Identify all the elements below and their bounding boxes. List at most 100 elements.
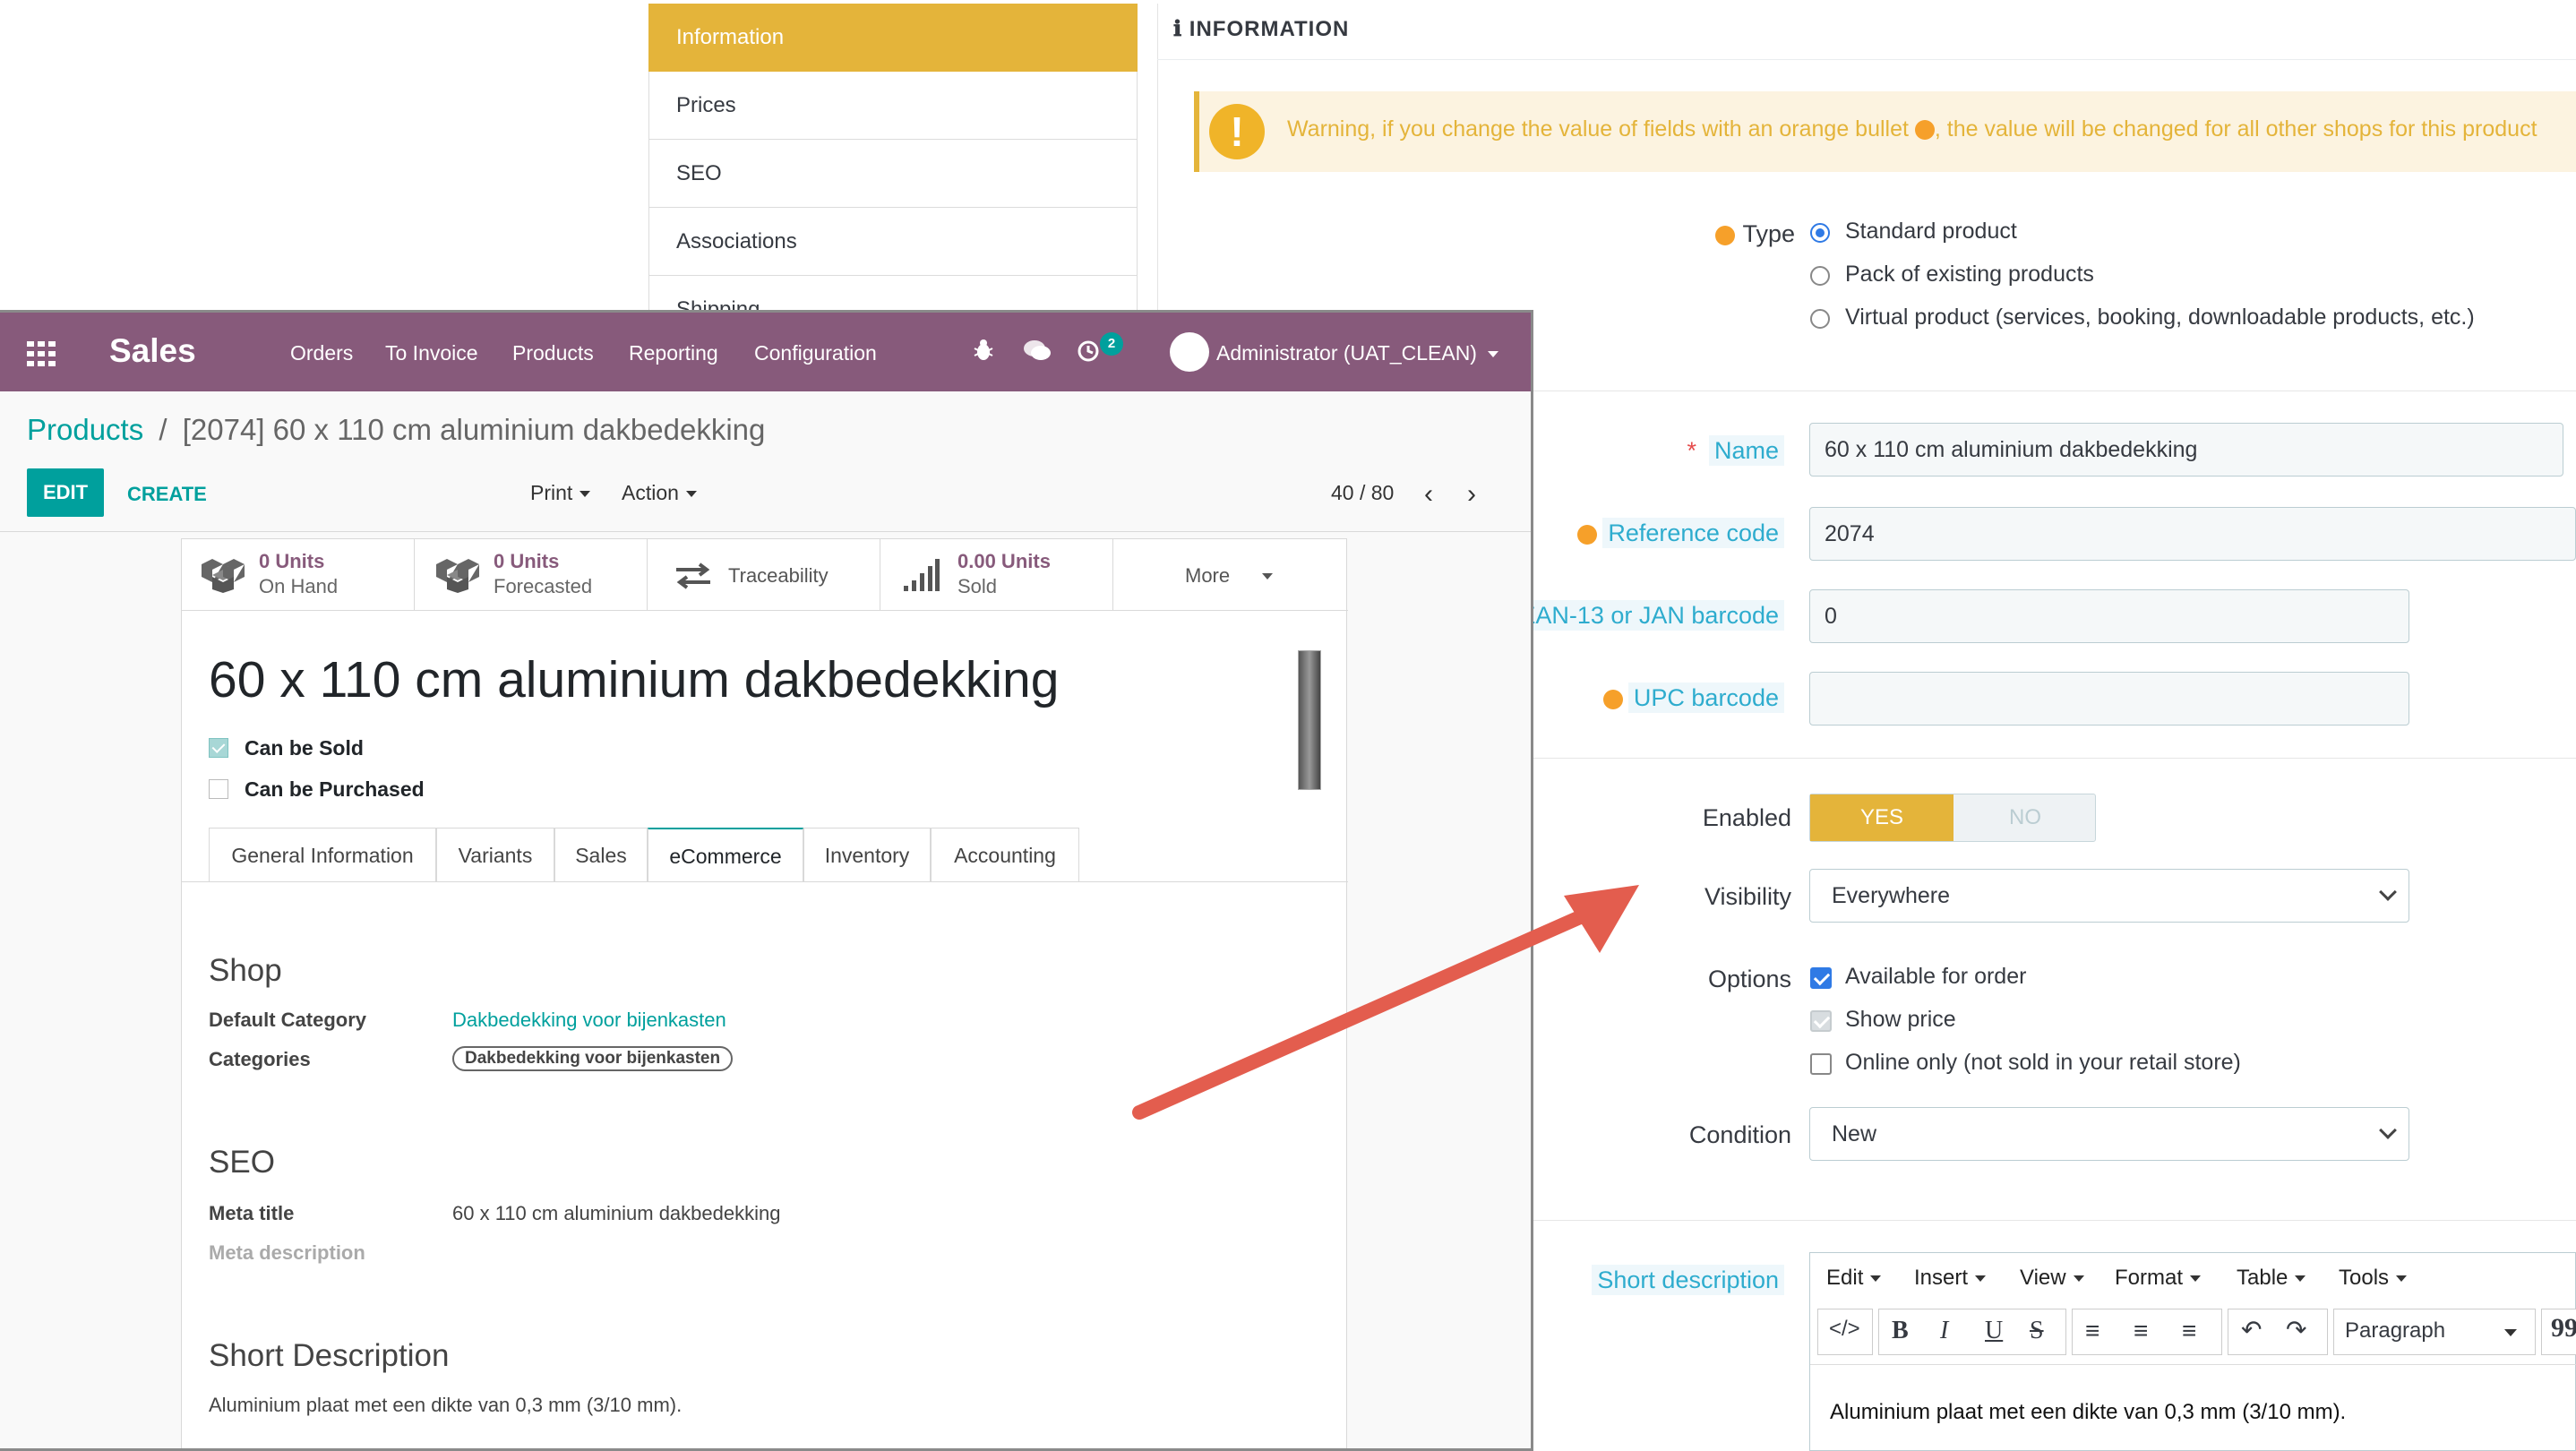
ps-short-description-editor[interactable]: Edit Insert View Format Table Tools </> … <box>1809 1252 2576 1451</box>
caret-down-icon <box>2504 1329 2517 1336</box>
ps-upc-label: UPC barcode <box>1558 683 1784 713</box>
orange-bullet-icon <box>1602 689 1623 709</box>
product-image[interactable] <box>1298 650 1321 790</box>
toggle-yes[interactable]: YES <box>1810 794 1953 841</box>
align-right-icon[interactable]: ≡ <box>2182 1317 2196 1345</box>
short-description-title: Short Description <box>209 1338 450 1373</box>
tab-general-information[interactable]: General Information <box>209 828 436 881</box>
blockquote-icon[interactable]: 99 <box>2551 1313 2576 1344</box>
editor-menu-table[interactable]: Table <box>2237 1266 2306 1291</box>
type-radio-pack[interactable] <box>1810 266 1830 286</box>
menu-to-invoice[interactable]: To Invoice <box>385 341 478 365</box>
breadcrumb-products[interactable]: Products <box>27 413 143 446</box>
stat-traceability[interactable]: Traceability <box>648 539 880 611</box>
ps-condition-select[interactable]: New <box>1809 1107 2409 1161</box>
user-menu[interactable]: Administrator (UAT_CLEAN) <box>1216 341 1498 365</box>
ps-tab-associations[interactable]: Associations <box>648 208 1138 276</box>
forecasted-value: 0 Units <box>494 550 560 572</box>
print-dropdown[interactable]: Print <box>530 481 591 505</box>
ps-upc-input[interactable] <box>1809 672 2409 726</box>
code-icon[interactable]: </> <box>1829 1317 1860 1342</box>
ps-header-divider <box>1157 59 2576 60</box>
ps-ean-input[interactable]: 0 <box>1809 589 2409 643</box>
type-option-virtual: Virtual product (services, booking, down… <box>1845 305 2475 330</box>
bold-icon[interactable]: B <box>1892 1317 1909 1345</box>
caret-down-icon <box>580 491 591 498</box>
editor-menu-view[interactable]: View <box>2020 1266 2084 1291</box>
chat-icon[interactable] <box>1023 339 1052 367</box>
menu-configuration[interactable]: Configuration <box>754 341 877 365</box>
ps-name-input[interactable]: 60 x 110 cm aluminium dakbedekking <box>1809 423 2563 477</box>
ps-tab-seo[interactable]: SEO <box>648 140 1138 208</box>
tab-inventory[interactable]: Inventory <box>803 828 931 881</box>
ps-options-label: Options <box>1707 966 1791 992</box>
default-category-link[interactable]: Dakbedekking voor bijenkasten <box>452 1009 726 1032</box>
edit-button[interactable]: EDIT <box>27 468 104 517</box>
available-for-order-checkbox[interactable] <box>1810 967 1832 989</box>
type-radio-standard[interactable] <box>1810 223 1830 243</box>
category-tag[interactable]: Dakbedekking voor bijenkasten <box>452 1046 734 1071</box>
can-be-purchased-checkbox[interactable] <box>209 779 228 799</box>
editor-menu-edit[interactable]: Edit <box>1826 1266 1882 1291</box>
visibility-value: Everywhere <box>1832 883 1950 908</box>
stat-forecasted[interactable]: 0 Units Forecasted <box>415 539 648 611</box>
show-price-checkbox[interactable] <box>1810 1010 1832 1032</box>
toggle-no[interactable]: NO <box>1953 794 2097 841</box>
available-for-order-label: Available for order <box>1845 964 2027 989</box>
tabs-divider <box>182 881 1348 882</box>
categories-label: Categories <box>209 1048 311 1070</box>
breadcrumb: Products / [2074] 60 x 110 cm aluminium … <box>27 413 765 447</box>
apps-grid-icon[interactable] <box>27 341 56 366</box>
short-description-text[interactable]: Aluminium plaat met een dikte van 0,3 mm… <box>209 1394 682 1417</box>
avatar[interactable] <box>1170 332 1209 372</box>
tab-accounting[interactable]: Accounting <box>931 828 1079 881</box>
meta-title-value[interactable]: 60 x 110 cm aluminium dakbedekking <box>452 1202 780 1225</box>
short-description-label-text: Short description <box>1592 1265 1784 1295</box>
stat-on-hand[interactable]: 0 Units On Hand <box>182 539 415 611</box>
editor-menu-insert[interactable]: Insert <box>1914 1266 1987 1291</box>
caret-down-icon <box>685 491 697 498</box>
menu-reporting[interactable]: Reporting <box>629 341 718 365</box>
pager-value[interactable]: 40 / 80 <box>1331 481 1394 505</box>
ps-tab-information[interactable]: Information <box>648 4 1138 72</box>
ps-enabled-toggle[interactable]: YES NO <box>1809 794 2096 842</box>
ps-name-label: * Name <box>1612 435 1784 466</box>
italic-icon[interactable]: I <box>1940 1317 1948 1345</box>
pager-next-icon[interactable]: › <box>1467 479 1476 510</box>
menu-orders[interactable]: Orders <box>290 341 353 365</box>
menu-products[interactable]: Products <box>512 341 594 365</box>
editor-format-select[interactable]: Paragraph <box>2333 1309 2536 1355</box>
bug-icon[interactable] <box>973 338 994 367</box>
chevron-down-icon <box>2379 1121 2397 1139</box>
align-center-icon[interactable]: ≡ <box>2134 1317 2148 1345</box>
can-be-sold-checkbox[interactable] <box>209 738 228 758</box>
editor-menu-format[interactable]: Format <box>2115 1266 2202 1291</box>
underline-icon[interactable]: U <box>1985 1317 2003 1345</box>
editor-content[interactable]: Aluminium plaat met een dikte van 0,3 mm… <box>1830 1400 2346 1425</box>
tab-sales[interactable]: Sales <box>554 828 648 881</box>
traceability-label: Traceability <box>728 564 829 587</box>
type-radio-virtual[interactable] <box>1810 309 1830 329</box>
product-name[interactable]: 60 x 110 cm aluminium dakbedekking <box>209 650 1059 709</box>
strikethrough-icon[interactable]: S <box>2030 1317 2044 1345</box>
stat-sold[interactable]: 0.00 Units Sold <box>880 539 1113 611</box>
action-dropdown[interactable]: Action <box>622 481 697 505</box>
redo-icon[interactable]: ↷ <box>2286 1315 2306 1344</box>
ps-reference-input[interactable]: 2074 <box>1809 507 2576 561</box>
pager-previous-icon[interactable]: ‹ <box>1424 479 1433 510</box>
name-label-text: Name <box>1708 435 1784 466</box>
online-only-checkbox[interactable] <box>1810 1053 1832 1075</box>
tab-ecommerce[interactable]: eCommerce <box>648 828 803 881</box>
app-title[interactable]: Sales <box>109 332 196 370</box>
ps-visibility-select[interactable]: Everywhere <box>1809 869 2409 923</box>
ps-tab-prices[interactable]: Prices <box>648 72 1138 140</box>
undo-icon[interactable]: ↶ <box>2241 1315 2262 1344</box>
tab-variants[interactable]: Variants <box>436 828 554 881</box>
stat-more[interactable]: More <box>1113 539 1348 611</box>
editor-menu-tools[interactable]: Tools <box>2339 1266 2408 1291</box>
activity-icon[interactable] <box>1077 339 1100 367</box>
align-left-icon[interactable]: ≡ <box>2085 1317 2099 1345</box>
odoo-window: Sales Orders To Invoice Products Reporti… <box>0 310 1533 1451</box>
action-label: Action <box>622 481 679 504</box>
create-button[interactable]: CREATE <box>127 483 207 506</box>
